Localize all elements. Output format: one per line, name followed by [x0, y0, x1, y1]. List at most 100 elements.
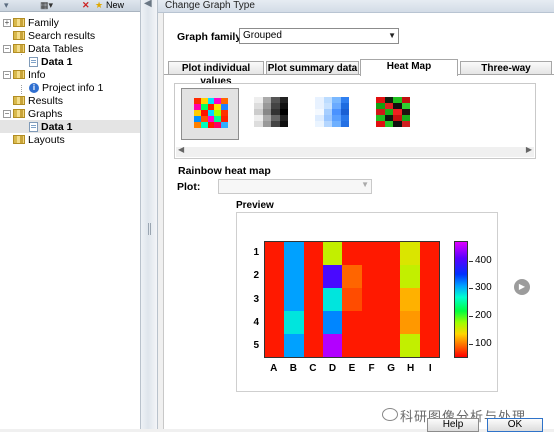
star-icon[interactable]: ★: [95, 0, 103, 11]
graph-family-label: Graph family:: [177, 31, 245, 43]
heatmap-cell-5-E: [342, 334, 362, 357]
heatmap-cell-3-D: [323, 288, 343, 311]
tab-label: Three-way: [481, 63, 531, 74]
navigator-tree: + Family Search results − Data Tables Da…: [0, 12, 140, 429]
nav-item-family[interactable]: + Family: [0, 16, 140, 29]
graph-family-value: Grouped: [243, 30, 282, 41]
nav-item-data-tables[interactable]: − Data Tables: [0, 42, 140, 55]
column-label: D: [328, 363, 337, 374]
nav-item-results[interactable]: Results: [0, 94, 140, 107]
heatmap-cell-1-B: [284, 242, 304, 265]
nav-item-graph-1[interactable]: Data 1: [0, 120, 140, 133]
nav-item-project-info[interactable]: i Project info 1: [0, 81, 140, 94]
nav-item-label: Layouts: [28, 133, 65, 146]
row-label: 5: [253, 340, 259, 352]
grayscale-heatmap-option[interactable]: [242, 88, 300, 140]
heatmap-cell-2-G: [381, 265, 401, 288]
row-label: 3: [253, 293, 259, 305]
heatmap-style-gallery: ◀ ▶: [174, 83, 536, 159]
folder-icon: [13, 109, 25, 118]
nav-item-label: Results: [28, 94, 64, 107]
scroll-left-icon[interactable]: ◀: [178, 145, 184, 154]
tab-plot-individual-values[interactable]: Plot individual values: [168, 61, 264, 87]
plot-select[interactable]: ▼: [218, 179, 372, 194]
folder-icon: [13, 96, 25, 105]
heatmap-cell-3-A: [265, 288, 285, 311]
heatmap-cell-4-C: [303, 311, 323, 334]
folder-icon: [13, 31, 25, 40]
heatmap-grid: [264, 241, 440, 358]
graph-type-tabs: Plot individual values Plot summary data…: [164, 59, 554, 87]
expand-icon[interactable]: +: [3, 18, 11, 27]
row-label: 4: [253, 316, 259, 328]
blue-heatmap-option[interactable]: [303, 88, 361, 140]
new-button[interactable]: New: [106, 0, 124, 11]
delete-icon[interactable]: ✕: [82, 0, 90, 11]
collapse-icon[interactable]: −: [3, 70, 11, 79]
heatmap-cell-1-A: [265, 242, 285, 265]
nav-item-data-table-1[interactable]: Data 1: [0, 55, 140, 68]
colorbar: [454, 241, 468, 358]
nav-item-layouts[interactable]: Layouts: [0, 133, 140, 146]
heatmap-cell-4-A: [265, 311, 285, 334]
open-icon[interactable]: ▾: [4, 0, 9, 11]
collapse-icon[interactable]: −: [3, 109, 11, 118]
heatmap-cell-5-A: [265, 334, 285, 357]
folder-icon: [13, 44, 25, 53]
heatmap-cell-1-C: [303, 242, 323, 265]
nav-item-label: Graphs: [28, 107, 63, 120]
nav-item-label: Data Tables: [28, 42, 84, 55]
tab-plot-summary-data[interactable]: Plot summary data: [266, 61, 359, 75]
splitter-grip[interactable]: [148, 223, 151, 235]
column-label: H: [407, 363, 415, 374]
table-icon[interactable]: ▦▾: [40, 0, 53, 11]
dialog-title: Change Graph Type: [165, 0, 255, 11]
nav-item-info[interactable]: − Info: [0, 68, 140, 81]
heatmap-cell-3-F: [361, 288, 381, 311]
ok-button[interactable]: OK: [487, 418, 543, 432]
heatmap-cell-3-G: [381, 288, 401, 311]
heatmap-cell-2-H: [400, 265, 420, 288]
gallery-scrollbar[interactable]: ◀ ▶: [176, 145, 534, 157]
heatmap-cell-5-G: [381, 334, 401, 357]
nav-item-label: Info: [28, 68, 46, 81]
column-label: A: [270, 363, 278, 374]
heatmap-cell-2-F: [361, 265, 381, 288]
heatmap-cell-4-I: [419, 311, 439, 334]
column-label: E: [348, 363, 356, 374]
heatmap-cell-1-D: [323, 242, 343, 265]
collapse-arrow-icon[interactable]: ◀: [144, 0, 152, 9]
change-graph-type-dialog: Change Graph Type Graph family: Grouped …: [158, 0, 554, 432]
tab-three-way[interactable]: Three-way: [460, 61, 552, 75]
heatmap-cell-2-I: [419, 265, 439, 288]
dialog-titlebar[interactable]: Change Graph Type: [158, 0, 554, 13]
heatmap-cell-4-E: [342, 311, 362, 334]
preview-label: Preview: [236, 200, 274, 211]
nav-item-search-results[interactable]: Search results: [0, 29, 140, 42]
heatmap-cell-4-F: [361, 311, 381, 334]
chevron-down-icon: ▼: [361, 180, 369, 189]
column-label: B: [289, 363, 297, 374]
rainbow-heatmap-option[interactable]: [181, 88, 239, 140]
column-label: I: [428, 363, 432, 374]
scroll-right-icon[interactable]: ▶: [526, 145, 532, 154]
chevron-down-icon: ▼: [388, 31, 396, 40]
nav-item-graphs[interactable]: − Graphs: [0, 107, 140, 120]
colorbar-tick-label: 100: [475, 338, 492, 350]
panel-splitter[interactable]: ◀: [140, 0, 158, 429]
graph-family-select[interactable]: Grouped ▼: [239, 28, 399, 44]
next-preview-icon[interactable]: ▶: [514, 279, 530, 295]
heatmap-cell-5-C: [303, 334, 323, 357]
graph-icon: [29, 121, 38, 132]
nav-item-label: Data 1: [41, 55, 73, 68]
nav-item-label: Data 1: [41, 120, 73, 133]
collapse-icon[interactable]: −: [3, 44, 11, 53]
heatmap-cell-1-H: [400, 242, 420, 265]
info-icon: i: [29, 82, 39, 93]
help-button[interactable]: Help: [427, 418, 479, 432]
heatmap-preview: 1 2 3 4 5 A B C D E F G H I 400 300 200 100: [236, 212, 498, 392]
red-green-heatmap-option[interactable]: [364, 88, 422, 140]
plot-label: Plot:: [177, 181, 201, 193]
heatmap-cell-2-E: [342, 265, 362, 288]
tab-heat-map[interactable]: Heat Map: [360, 59, 458, 76]
